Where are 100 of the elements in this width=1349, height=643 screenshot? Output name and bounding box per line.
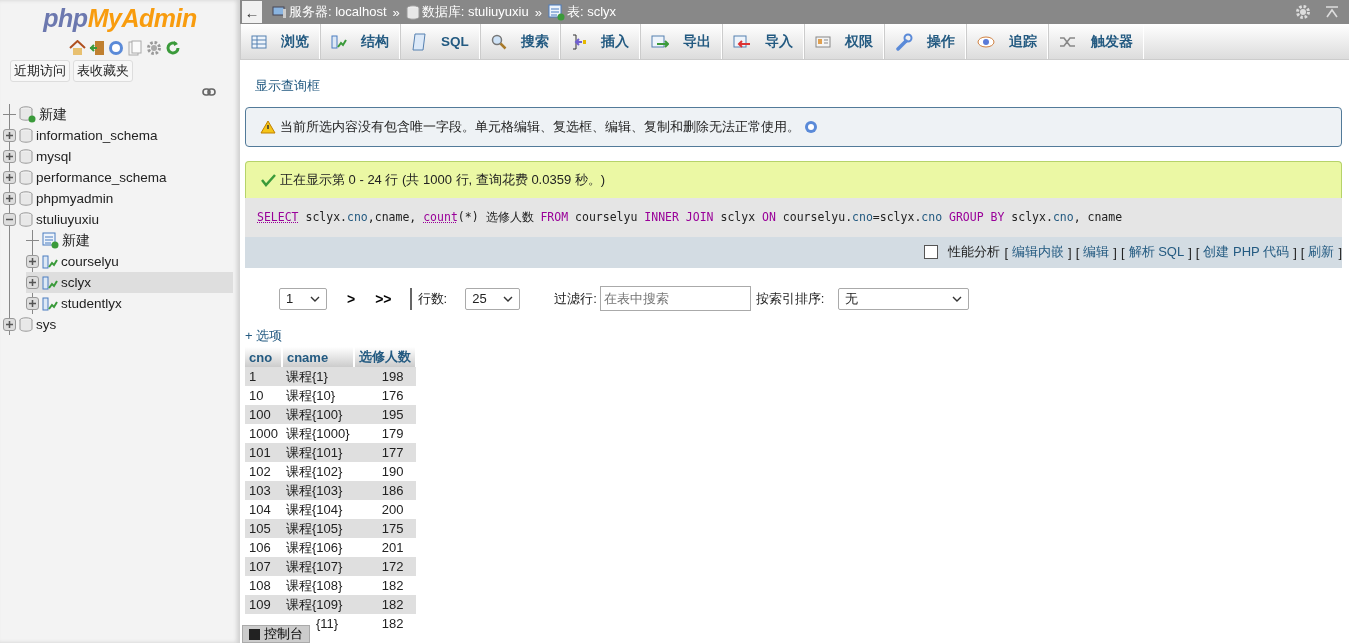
tree-item[interactable]: sclyx — [26, 272, 233, 293]
tab[interactable]: 权限 — [803, 24, 884, 59]
tree-label[interactable]: sclyx — [61, 275, 91, 290]
breadcrumb-link[interactable]: 数据库: stuliuyuxiu — [421, 3, 529, 21]
tree-item[interactable]: phpmyadmin — [3, 188, 233, 209]
tree-item[interactable]: mysql — [3, 146, 233, 167]
tree-label[interactable]: 新建 — [39, 105, 67, 124]
action-link[interactable]: 编辑内嵌 — [1012, 243, 1065, 261]
back-button[interactable]: ← — [242, 1, 262, 23]
table-cell: 182 — [381, 597, 404, 612]
new-table-icon — [547, 3, 565, 21]
exit-door-icon[interactable] — [89, 40, 105, 56]
table-structure-icon — [331, 34, 347, 49]
column-header[interactable]: 选修人数 — [353, 347, 416, 367]
sql-doc-link[interactable]: count — [423, 210, 458, 224]
database-icon — [19, 149, 33, 164]
expand-icon[interactable] — [3, 171, 16, 184]
tree-label[interactable]: 新建 — [62, 231, 90, 250]
tree-label[interactable]: information_schema — [36, 128, 158, 143]
logo[interactable]: phpMyAdmin — [43, 4, 197, 33]
show-query-link[interactable]: 显示查询框 — [255, 77, 320, 95]
expand-icon[interactable] — [26, 255, 39, 268]
table-cell: 182 — [381, 616, 404, 631]
tab[interactable]: 浏览 — [240, 24, 320, 59]
table-cell: 175 — [381, 521, 404, 536]
tree-item[interactable]: studentlyx — [26, 293, 233, 314]
bracket-text: ] — [1338, 244, 1342, 260]
action-link[interactable]: 编辑 — [1083, 243, 1110, 261]
expand-icon[interactable] — [3, 192, 16, 205]
insert-icon — [570, 32, 587, 51]
options-link[interactable]: + 选项 — [245, 327, 283, 345]
tree-item[interactable]: performance_schema — [3, 167, 233, 188]
expand-icon[interactable] — [3, 129, 16, 142]
expand-icon[interactable] — [26, 297, 39, 310]
sidebar-button[interactable]: 近期访问 — [10, 60, 70, 82]
table-cell: 10 — [249, 388, 264, 403]
page-nav-button[interactable]: > — [347, 290, 356, 307]
page-nav-button[interactable]: >> — [375, 290, 392, 307]
tree-label[interactable]: performance_schema — [36, 170, 167, 185]
profiling-label: 性能分析 — [948, 243, 1001, 261]
action-link[interactable]: 创建 PHP 代码 — [1203, 243, 1290, 261]
tab[interactable]: SQL — [400, 24, 480, 59]
export-icon — [650, 33, 669, 50]
breadcrumb-link[interactable]: 服务器: localhost — [289, 3, 387, 21]
bracket-text: [ — [1300, 244, 1305, 260]
tab[interactable]: 触发器 — [1047, 24, 1144, 59]
breadcrumb-link[interactable]: 表: sclyx — [566, 3, 617, 21]
column-header[interactable]: cno — [245, 347, 282, 367]
new-database-icon — [19, 106, 36, 123]
sort-select[interactable]: 无 — [838, 287, 970, 310]
table-cell: 1 — [249, 369, 257, 384]
action-link[interactable]: 刷新 — [1308, 243, 1335, 261]
tree-label[interactable]: courselyu — [61, 254, 119, 269]
tree-label[interactable]: mysql — [36, 149, 72, 164]
collapse-top-icon[interactable] — [1325, 6, 1339, 18]
settings-icon[interactable] — [146, 40, 162, 56]
table-cell: 课程{100} — [285, 406, 343, 422]
table-cell: 176 — [381, 388, 404, 403]
tree-label[interactable]: phpmyadmin — [36, 191, 114, 206]
rows-select[interactable]: 25 — [465, 287, 521, 310]
tree-label[interactable]: stuliuyuxiu — [36, 212, 100, 227]
filter-field[interactable]: 在表中搜索 — [599, 286, 751, 311]
link-icon[interactable] — [202, 88, 216, 96]
tree-item[interactable]: information_schema — [3, 125, 233, 146]
tree-item[interactable]: 新建 — [3, 104, 233, 125]
tree-label[interactable]: sys — [36, 317, 57, 332]
table-cell: 201 — [381, 540, 404, 555]
sql-doc-link[interactable]: SELECT — [257, 210, 299, 224]
expand-icon[interactable] — [3, 150, 16, 163]
tab[interactable]: 插入 — [559, 24, 640, 59]
expand-icon[interactable] — [3, 318, 16, 331]
tree-item[interactable]: stuliuyuxiu — [3, 209, 233, 230]
action-link[interactable]: 解析 SQL — [1128, 243, 1185, 261]
tree-item[interactable]: courselyu — [26, 251, 233, 272]
success-message: 正在显示第 0 - 24 行 (共 1000 行, 查询花费 0.0359 秒。) — [280, 171, 606, 189]
sidebar-button[interactable]: 表收藏夹 — [73, 60, 133, 82]
table-cell: 108 — [249, 578, 271, 593]
tree-label[interactable]: studentlyx — [61, 296, 122, 311]
tree-item[interactable]: 新建 — [26, 230, 233, 251]
tab[interactable]: 搜索 — [479, 24, 560, 59]
column-header[interactable]: cname — [281, 347, 354, 367]
tab[interactable]: 追踪 — [965, 24, 1048, 59]
page-select[interactable]: 1 — [279, 287, 327, 310]
table-cell: 104 — [249, 502, 271, 517]
collapse-icon[interactable] — [3, 213, 16, 226]
tab[interactable]: 操作 — [883, 24, 966, 59]
table-cell: 177 — [381, 445, 404, 460]
profiling-checkbox[interactable] — [924, 245, 939, 259]
reload-icon[interactable] — [165, 40, 181, 56]
bracket-text: ] — [1293, 244, 1297, 260]
table-cell: 课程{104} — [285, 501, 343, 517]
database-icon — [405, 4, 420, 20]
table-cell: 103 — [249, 483, 271, 498]
tree-item[interactable]: sys — [3, 314, 233, 335]
console-tab[interactable]: 控制台 — [242, 625, 310, 643]
tab[interactable]: 导出 — [639, 24, 722, 59]
tab[interactable]: 结构 — [320, 24, 400, 59]
tab[interactable]: 导入 — [721, 24, 804, 59]
expand-icon[interactable] — [26, 276, 39, 289]
home-icon[interactable] — [69, 40, 86, 56]
